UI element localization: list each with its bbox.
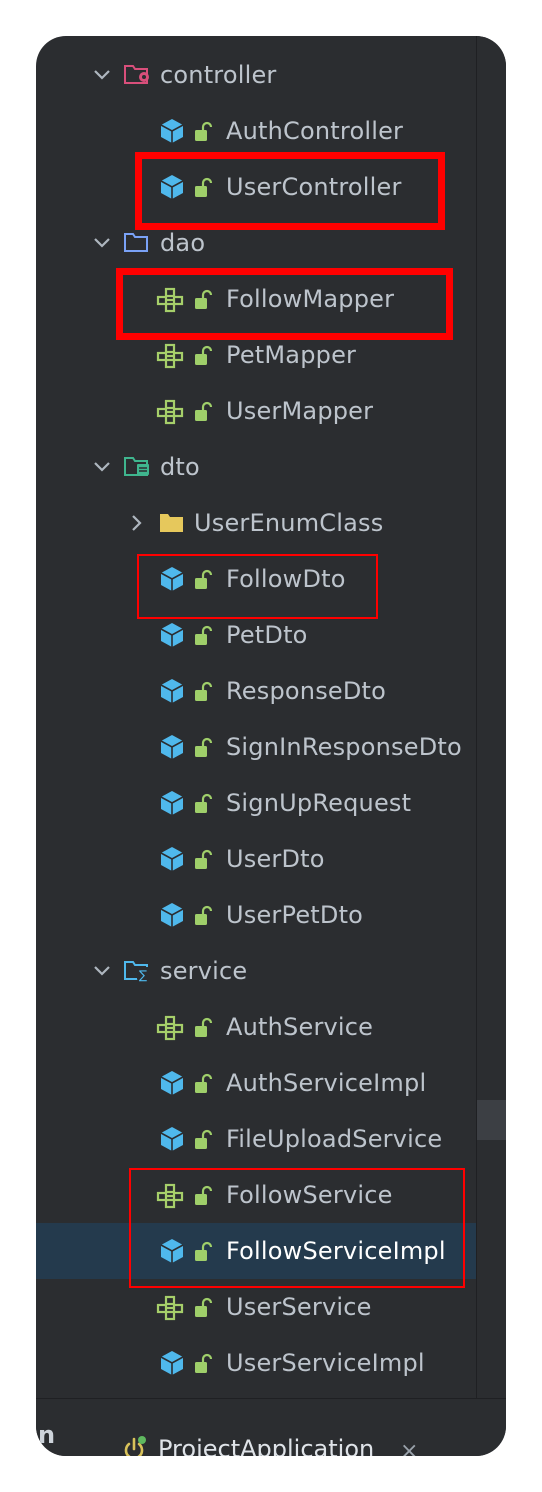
tree-item-label: UserService <box>226 1293 372 1321</box>
tree-folder-service[interactable]: ∑ service <box>36 943 506 999</box>
interface-icon <box>156 397 184 425</box>
tree-folder-dto[interactable]: dto <box>36 439 506 495</box>
interface-icon <box>156 1013 184 1041</box>
tree-item-label: AuthServiceImpl <box>226 1069 427 1097</box>
highlight-box-followservice <box>129 1168 465 1288</box>
tree-file-userpetdto[interactable]: UserPetDto <box>36 887 506 943</box>
tree-file-userserviceimpl[interactable]: UserServiceImpl <box>36 1335 506 1391</box>
run-config-icon <box>120 1435 148 1456</box>
folder-icon <box>123 230 151 254</box>
tree-file-authservice[interactable]: AuthService <box>36 999 506 1055</box>
tree-file-fileuploadservice[interactable]: FileUploadService <box>36 1111 506 1167</box>
tree-item-label: AuthController <box>226 117 404 145</box>
tree-item-label: dto <box>160 453 200 481</box>
tree-item-label: controller <box>160 61 277 89</box>
lock-icon <box>193 849 213 871</box>
tree-item-label: service <box>160 957 248 985</box>
class-icon <box>159 789 185 817</box>
project-tree-panel: controller AuthController UserController da… <box>36 36 506 1456</box>
lock-icon <box>193 905 213 927</box>
tree-file-signinresponsedto[interactable]: SignInResponseDto <box>36 719 506 775</box>
lock-icon <box>193 793 213 815</box>
tree-file-responsedto[interactable]: ResponseDto <box>36 663 506 719</box>
chevron-down-icon[interactable] <box>90 959 114 983</box>
tree-item-label: ResponseDto <box>226 677 387 705</box>
close-icon[interactable]: × <box>400 1439 418 1456</box>
tree-file-authserviceimpl[interactable]: AuthServiceImpl <box>36 1055 506 1111</box>
tree-item-label: PetMapper <box>226 341 357 369</box>
tree-item-label: UserEnumClass <box>194 509 384 537</box>
folder-icon: ∑ <box>123 958 151 982</box>
tree-item-label: UserServiceImpl <box>226 1349 425 1377</box>
lock-icon <box>193 625 213 647</box>
class-icon <box>159 117 185 145</box>
folder-icon <box>123 454 151 478</box>
tree-file-userdto[interactable]: UserDto <box>36 831 506 887</box>
chevron-down-icon[interactable] <box>90 231 114 255</box>
tab-projectapplication[interactable]: ProjectApplication <box>158 1435 374 1456</box>
lock-icon <box>193 681 213 703</box>
tree-folder-controller[interactable]: controller <box>36 47 506 103</box>
tree-item-label: UserDto <box>226 845 325 873</box>
tree-item-label: SignUpRequest <box>226 789 412 817</box>
scrollbar-thumb[interactable] <box>477 1100 506 1140</box>
class-icon <box>159 901 185 929</box>
tree-file-signuprequest[interactable]: SignUpRequest <box>36 775 506 831</box>
tree-file-authcontroller[interactable]: AuthController <box>36 103 506 159</box>
tree-item-label: dao <box>160 229 206 257</box>
chevron-down-icon[interactable] <box>90 455 114 479</box>
class-icon <box>159 845 185 873</box>
scrollbar-track[interactable] <box>476 36 506 1398</box>
tree-item-label: SignInResponseDto <box>226 733 462 761</box>
chevron-down-icon[interactable] <box>90 63 114 87</box>
lock-icon <box>193 401 213 423</box>
run-tab-bar: n ProjectApplication × <box>36 1398 506 1456</box>
class-icon <box>159 1069 185 1097</box>
tree-item-label: PetDto <box>226 621 308 649</box>
class-icon <box>159 621 185 649</box>
interface-icon <box>156 1293 184 1321</box>
lock-icon <box>193 345 213 367</box>
folder-icon <box>123 62 151 86</box>
chevron-right-icon[interactable] <box>124 511 148 535</box>
highlight-box-followmapper <box>116 268 453 340</box>
tree-item-label: UserPetDto <box>226 901 364 929</box>
lock-icon <box>193 1017 213 1039</box>
interface-icon <box>156 341 184 369</box>
lock-icon <box>193 1129 213 1151</box>
svg-text:∑: ∑ <box>139 968 147 982</box>
lock-icon <box>193 1297 213 1319</box>
folder-icon <box>158 510 186 534</box>
tab-stub-label: n <box>38 1421 56 1449</box>
highlight-box-usercontroller <box>135 152 445 230</box>
tree-file-usermapper[interactable]: UserMapper <box>36 383 506 439</box>
tree-folder-userenumclass[interactable]: UserEnumClass <box>36 495 506 551</box>
lock-icon <box>193 121 213 143</box>
tree-item-label: UserMapper <box>226 397 374 425</box>
lock-icon <box>193 1353 213 1375</box>
tree-item-label: AuthService <box>226 1013 374 1041</box>
class-icon <box>159 1349 185 1377</box>
highlight-box-followdto <box>137 554 378 619</box>
tree-item-label: FileUploadService <box>226 1125 443 1153</box>
lock-icon <box>193 1073 213 1095</box>
class-icon <box>159 1125 185 1153</box>
class-icon <box>159 677 185 705</box>
lock-icon <box>193 737 213 759</box>
class-icon <box>159 733 185 761</box>
